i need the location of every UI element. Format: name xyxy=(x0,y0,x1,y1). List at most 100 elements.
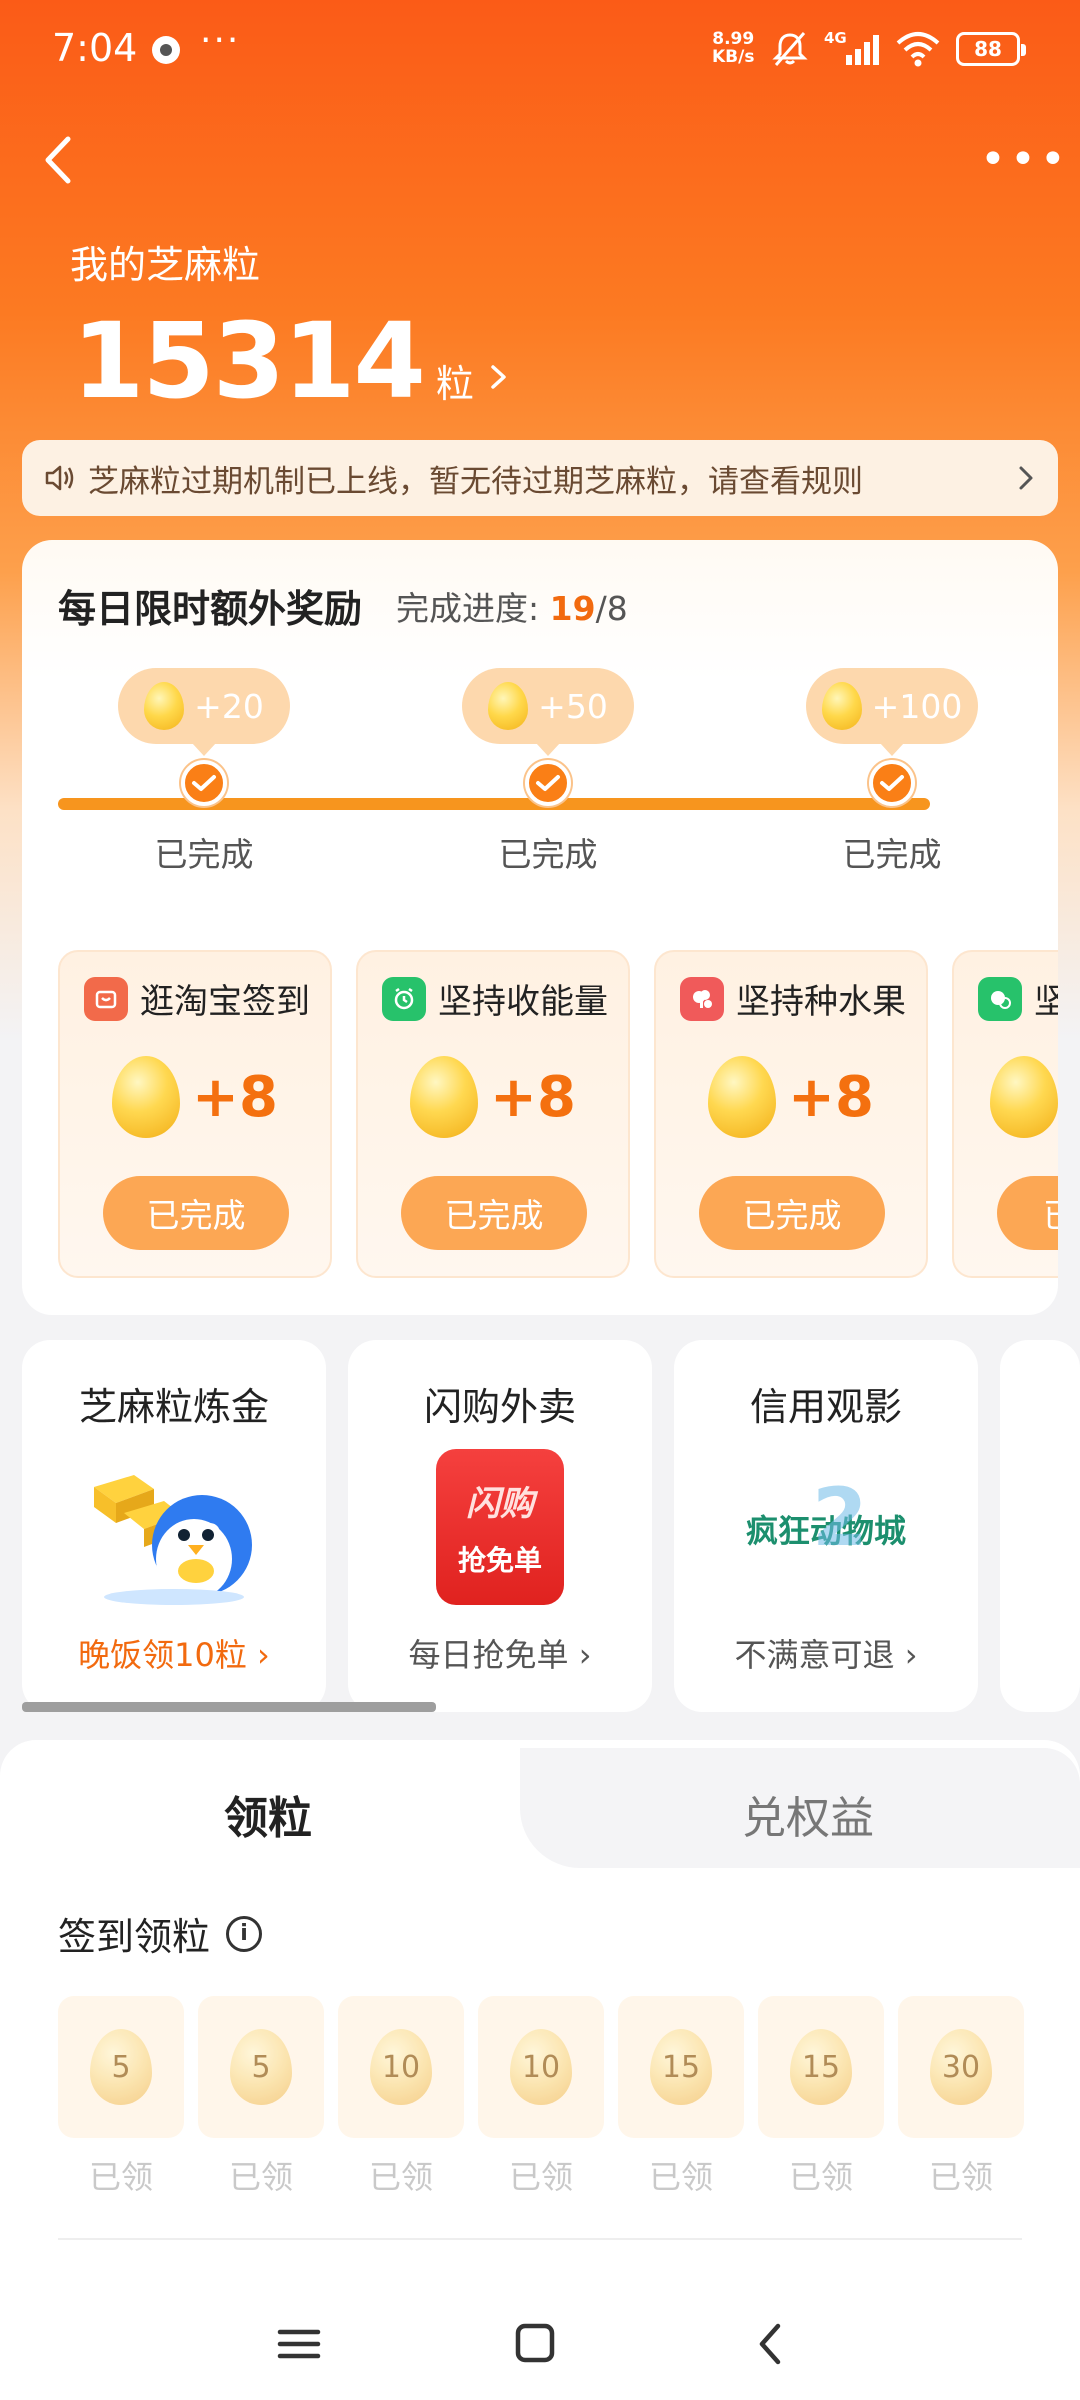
checkin-day-label: 已领 xyxy=(508,2158,573,2196)
milestone: +20 已完成 xyxy=(118,668,290,876)
checkin-day: 5 已领 xyxy=(58,1996,184,2198)
sesame-egg-icon xyxy=(708,1056,777,1138)
task-header: 坚持种水果 xyxy=(680,974,906,1023)
status-bar: 7:04 ··· 8.99 KB/s 4G 88 xyxy=(0,0,1080,100)
milestone-reward-value: +50 xyxy=(538,686,608,726)
chevron-right-icon xyxy=(491,365,506,389)
task-completed-button[interactable]: 已完成 xyxy=(401,1176,587,1250)
checkin-egg-value: 15 xyxy=(650,2029,712,2105)
points-balance[interactable]: 15314 粒 xyxy=(72,300,510,422)
progress-label: 完成进度: xyxy=(396,589,540,628)
daily-progress: 完成进度: 19/8 xyxy=(396,582,628,630)
milestone-status: 已完成 xyxy=(154,835,254,874)
tab-redeem-benefits[interactable]: 兑权益 xyxy=(742,1782,874,1846)
checkin-day: 10 已领 xyxy=(478,1996,604,2198)
benefit-subtitle: 晚饭领10粒 › xyxy=(78,1636,270,1674)
checkin-egg-value: 10 xyxy=(510,2029,572,2105)
checkin-day-label: 已领 xyxy=(88,2158,153,2196)
benefit-card-alchemy[interactable]: 芝麻粒炼金 晚饭领10粒 › xyxy=(22,1340,326,1712)
status-time: 7:04 xyxy=(52,26,138,70)
signal-icon: 4G xyxy=(824,29,880,69)
battery-level: 88 xyxy=(974,37,1002,61)
back-button[interactable] xyxy=(30,125,90,195)
more-options-button[interactable]: ••• xyxy=(980,138,1066,182)
benefit-subtitle: 不满意可退 › xyxy=(734,1636,918,1674)
progress-total: 8 xyxy=(606,589,628,628)
back-nav-icon[interactable] xyxy=(736,2314,806,2374)
fruit-tree-icon xyxy=(680,976,724,1021)
task-header: 坚 xyxy=(978,974,1058,1023)
benefit-title: 信用观影 xyxy=(749,1385,902,1429)
flash-buy-logo: 闪购 抢免单 xyxy=(436,1449,564,1605)
expiry-notice[interactable]: 芝麻粒过期机制已上线，暂无待过期芝麻粒，请查看规则 xyxy=(22,440,1058,516)
benefits-row: 芝麻粒炼金 晚饭领10粒 › 闪购外卖 闪购 抢免单 每日抢免单 › 信用观影 … xyxy=(22,1340,1080,1720)
benefit-card-flash-delivery[interactable]: 闪购外卖 闪购 抢免单 每日抢免单 › xyxy=(348,1340,652,1712)
system-nav-bar xyxy=(0,2290,1080,2400)
speaker-icon xyxy=(45,465,74,491)
task-card[interactable]: 坚持种水果 +8 已完成 xyxy=(654,950,928,1278)
milestone-reward-value: +20 xyxy=(194,686,264,726)
net-speed-value: 8.99 xyxy=(712,29,755,49)
benefit-title: 芝麻粒炼金 xyxy=(78,1385,269,1429)
alarm-icon xyxy=(382,976,426,1021)
task-name: 逛淘宝签到 xyxy=(140,982,310,1022)
penguin-gold-icon xyxy=(74,1449,274,1609)
status-more-icon: ··· xyxy=(200,20,241,61)
task-completed-button[interactable]: 已完成 xyxy=(699,1176,885,1250)
movie-sequel-badge: 2 xyxy=(812,1471,868,1564)
task-list: 逛淘宝签到 +8 已完成 坚持收能量 +8 已完成 坚持种水果 +8 已完成 坚 xyxy=(58,950,1058,1280)
checkin-day: 5 已领 xyxy=(198,1996,324,2198)
plant-icon xyxy=(978,976,1022,1021)
flash-buy-logo-text: 闪购 xyxy=(466,1483,534,1524)
daily-bonus-card: 每日限时额外奖励 完成进度: 19/8 +20 已完成 +50 已完成 +100 xyxy=(22,540,1058,1315)
task-reward-value: +8 xyxy=(788,1064,874,1130)
check-icon xyxy=(869,760,915,806)
net-speed-unit: KB/s xyxy=(712,47,755,67)
task-completed-button[interactable]: 已 xyxy=(997,1176,1058,1250)
sesame-egg-icon xyxy=(410,1056,479,1138)
checkin-egg-value: 15 xyxy=(790,2029,852,2105)
sesame-egg-icon xyxy=(144,682,185,730)
info-icon[interactable]: i xyxy=(226,1915,263,1952)
daily-bonus-title: 每日限时额外奖励 xyxy=(58,587,363,631)
sesame-egg-icon xyxy=(821,682,862,730)
battery-icon: 88 xyxy=(956,32,1026,66)
task-card[interactable]: 坚持收能量 +8 已完成 xyxy=(356,950,630,1278)
checkin-day: 15 已领 xyxy=(758,1996,884,2198)
task-completed-button[interactable]: 已完成 xyxy=(103,1176,289,1250)
checkin-day: 10 已领 xyxy=(338,1996,464,2198)
check-icon xyxy=(525,760,571,806)
progress-separator: / xyxy=(595,589,607,628)
sesame-egg-icon xyxy=(990,1056,1058,1138)
benefit-card-movie[interactable]: 信用观影 疯狂动物城 2 不满意可退 › xyxy=(674,1340,978,1712)
milestone-status: 已完成 xyxy=(498,835,598,874)
menu-icon[interactable] xyxy=(264,2314,334,2374)
milestone-status: 已完成 xyxy=(842,835,942,874)
task-reward: +8 xyxy=(358,1056,628,1138)
task-name: 坚 xyxy=(1034,982,1058,1022)
task-card[interactable]: 逛淘宝签到 +8 已完成 xyxy=(58,950,332,1278)
task-header: 坚持收能量 xyxy=(382,974,608,1023)
checkin-title: 签到领粒 xyxy=(58,1915,211,1959)
checkin-day: 15 已领 xyxy=(618,1996,744,2198)
divider xyxy=(58,2238,1022,2240)
notification-icon xyxy=(152,36,180,64)
net-speed: 8.99 KB/s xyxy=(712,30,754,66)
sesame-egg-icon xyxy=(112,1056,181,1138)
checkin-day-label: 已领 xyxy=(228,2158,293,2196)
tab-earn-points[interactable]: 领粒 xyxy=(224,1782,312,1846)
check-icon xyxy=(181,760,227,806)
task-reward xyxy=(954,1056,1058,1138)
milestone-reward: +50 xyxy=(462,668,634,756)
points-unit: 粒 xyxy=(435,362,474,406)
home-icon[interactable] xyxy=(500,2314,570,2374)
milestone: +50 已完成 xyxy=(462,668,634,876)
milestone-reward: +100 xyxy=(806,668,978,756)
benefit-card-partial[interactable] xyxy=(1000,1340,1080,1712)
status-icons: 4G 88 xyxy=(770,26,1026,72)
progress-current: 19 xyxy=(549,589,596,628)
task-card[interactable]: 坚 已 xyxy=(952,950,1058,1278)
points-value: 15314 xyxy=(72,300,426,422)
milestone-reward-value: +100 xyxy=(871,686,963,726)
task-header: 逛淘宝签到 xyxy=(84,974,310,1023)
